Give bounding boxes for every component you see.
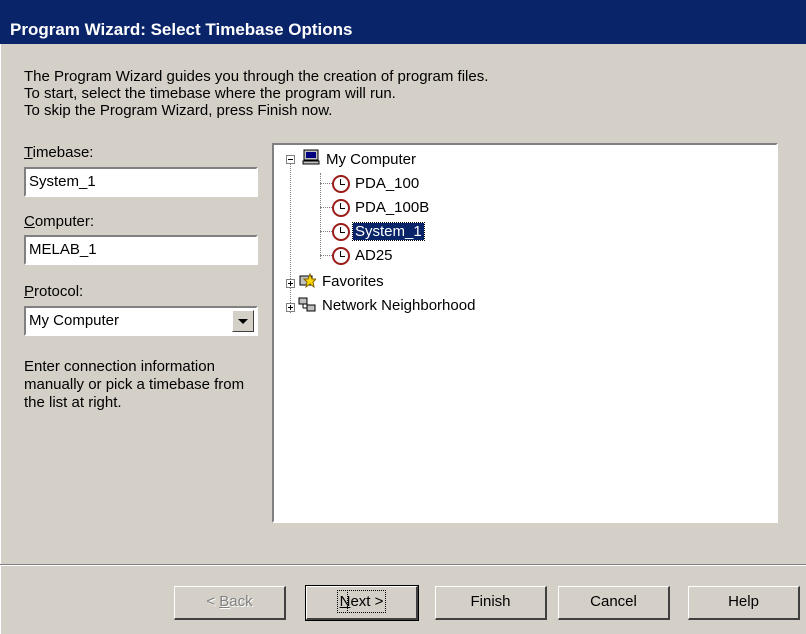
expand-icon[interactable] (286, 279, 295, 288)
help-text: Enter connection information manually or… (24, 358, 245, 411)
network-neighborhood-icon (298, 297, 316, 312)
tree-node-network-neighborhood[interactable]: Network Neighborhood (320, 295, 477, 317)
window-title: Program Wizard: Select Timebase Options (10, 20, 353, 39)
computer-field[interactable]: MELAB_1 (24, 235, 258, 265)
tree-node-favorites[interactable]: Favorites (320, 271, 386, 293)
back-button[interactable]: < Back (174, 586, 286, 620)
timebase-clock-icon (332, 199, 350, 217)
intro-line-3: To skip the Program Wizard, press Finish… (24, 102, 333, 119)
protocol-select[interactable]: My Computer (24, 306, 258, 336)
timebase-tree[interactable]: My Computer PDA_100 PDA_100B System_1 AD… (272, 143, 778, 523)
intro-text: The Program Wizard guides you through th… (24, 68, 488, 119)
tree-line (320, 173, 321, 259)
collapse-icon[interactable] (286, 155, 295, 164)
tree-line (290, 163, 291, 313)
tree-node-ad25[interactable]: AD25 (353, 245, 395, 267)
window-left-edge (0, 0, 1, 634)
tree-node-pda-100[interactable]: PDA_100 (353, 173, 421, 195)
timebase-clock-icon (332, 223, 350, 241)
expand-icon[interactable] (286, 303, 295, 312)
my-computer-icon (302, 149, 320, 165)
protocol-value: My Computer (29, 312, 120, 329)
next-button[interactable]: Next > (305, 585, 419, 621)
tree-node-system-1[interactable]: System_1 (352, 221, 425, 243)
tree-node-pda-100b[interactable]: PDA_100B (353, 197, 431, 219)
separator-highlight (0, 565, 806, 566)
computer-label: Computer: (24, 213, 95, 230)
timebase-clock-icon (332, 175, 350, 193)
cancel-button[interactable]: Cancel (558, 586, 670, 620)
protocol-label: Protocol: (24, 283, 84, 300)
favorites-icon (299, 273, 316, 289)
timebase-label: Timebase: (24, 144, 94, 161)
intro-line-1: The Program Wizard guides you through th… (24, 68, 489, 85)
timebase-clock-icon (332, 247, 350, 265)
finish-button[interactable]: Finish (435, 586, 547, 620)
help-button[interactable]: Help (688, 586, 800, 620)
title-bar: Program Wizard: Select Timebase Options (0, 0, 806, 44)
intro-line-2: To start, select the timebase where the … (24, 85, 396, 102)
timebase-field[interactable]: System_1 (24, 167, 258, 197)
dropdown-arrow-icon[interactable] (232, 310, 254, 332)
tree-node-my-computer[interactable]: My Computer (324, 149, 418, 171)
